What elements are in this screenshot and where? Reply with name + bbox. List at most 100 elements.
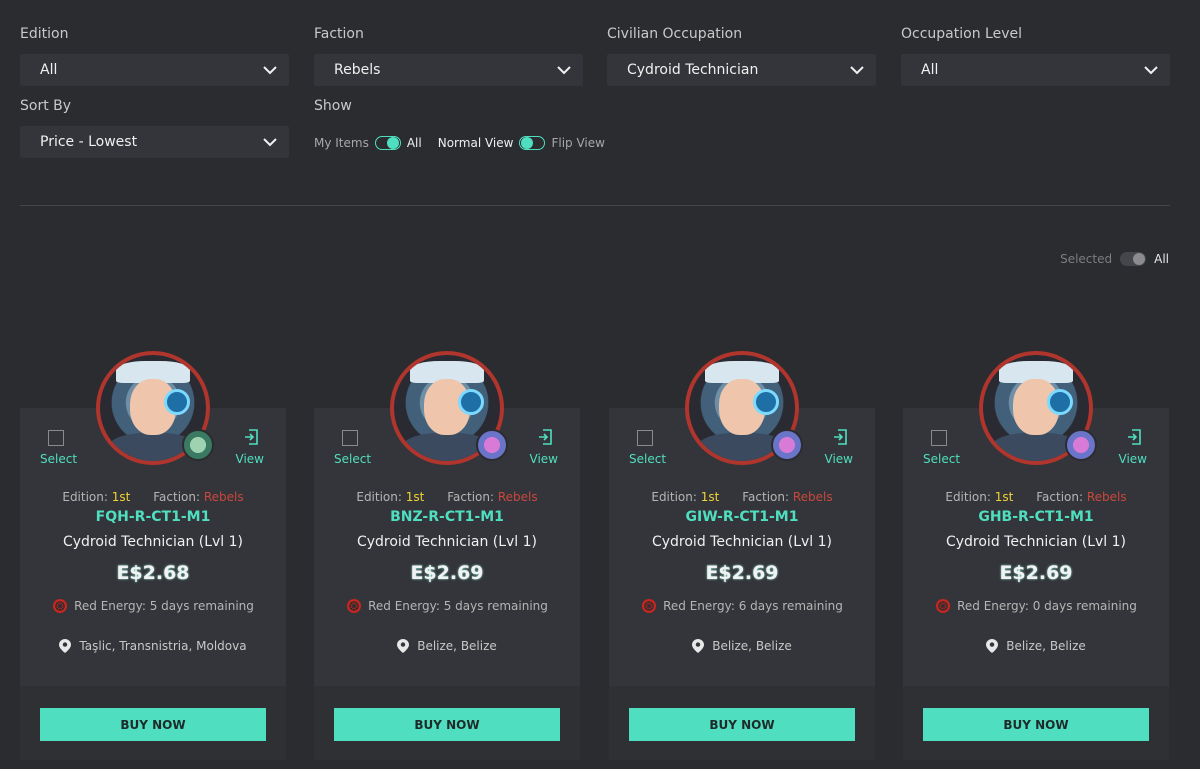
faction-label: Faction: xyxy=(153,490,201,504)
location-text: Taşlic, Transnistria, Moldova xyxy=(79,639,247,653)
faction-value: Rebels xyxy=(497,490,538,504)
chevron-down-icon xyxy=(263,138,277,147)
edition-value: 1st xyxy=(111,490,131,504)
item-code: BNZ-R-CT1-M1 xyxy=(390,509,504,525)
location-pin-icon xyxy=(59,639,72,653)
occupation-level-select[interactable]: All xyxy=(901,54,1170,86)
price: E$2.68 xyxy=(116,562,190,584)
filter-label: Faction xyxy=(314,26,364,42)
avatar[interactable] xyxy=(685,351,803,465)
price: E$2.69 xyxy=(410,562,484,584)
location: Belize, Belize xyxy=(314,639,580,653)
select-label[interactable]: Select xyxy=(629,452,666,466)
faction-value: Rebels xyxy=(792,490,833,504)
edition-value: 1st xyxy=(700,490,720,504)
filter-label: Civilian Occupation xyxy=(607,26,743,42)
price: E$2.69 xyxy=(999,562,1073,584)
occupation-select[interactable]: Cydroid Technician xyxy=(607,54,876,86)
card-meta: Edition: 1st Faction: Rebels xyxy=(903,490,1169,504)
edition-value: 1st xyxy=(405,490,425,504)
filter-occupation: Civilian Occupation Cydroid Technician xyxy=(607,26,876,86)
chevron-down-icon xyxy=(557,66,571,75)
view-label[interactable]: View xyxy=(236,452,264,466)
energy-text: Red Energy: 0 days remaining xyxy=(957,599,1137,613)
location-text: Belize, Belize xyxy=(1006,639,1086,653)
occupation: Cydroid Technician (Lvl 1) xyxy=(62,534,244,550)
item-code: FQH-R-CT1-M1 xyxy=(95,509,211,525)
location-text: Belize, Belize xyxy=(417,639,497,653)
chevron-down-icon xyxy=(850,66,864,75)
all-items-label: All xyxy=(406,136,422,150)
chevron-down-icon xyxy=(1144,66,1158,75)
show-toggles: My Items All Normal View Flip View xyxy=(314,136,605,150)
view-toggle[interactable] xyxy=(519,136,546,150)
show-group: Show xyxy=(314,98,352,126)
selected-toggle[interactable] xyxy=(1120,252,1147,266)
location: Belize, Belize xyxy=(903,639,1169,653)
view-label[interactable]: View xyxy=(825,452,853,466)
faction-value: Rebels xyxy=(203,490,244,504)
avatar[interactable] xyxy=(390,351,508,465)
red-energy-icon xyxy=(53,599,68,613)
filter-label: Sort By xyxy=(20,98,72,114)
edition-label: Edition: xyxy=(356,490,402,504)
select-label[interactable]: Select xyxy=(923,452,960,466)
avatar[interactable] xyxy=(96,351,214,465)
view-icon[interactable] xyxy=(537,428,553,446)
faction-label: Faction: xyxy=(742,490,790,504)
buy-now-button[interactable]: BUY NOW xyxy=(629,708,855,741)
filter-label: Occupation Level xyxy=(901,26,1022,42)
energy-status: Red Energy: 6 days remaining xyxy=(609,598,875,614)
location-pin-icon xyxy=(986,639,999,653)
faction-select[interactable]: Rebels xyxy=(314,54,583,86)
select-value: Price - Lowest xyxy=(40,134,138,150)
item-card: Select View Edition: 1st Faction: Rebels… xyxy=(20,351,286,760)
sort-select[interactable]: Price - Lowest xyxy=(20,126,289,158)
edition-label: Edition: xyxy=(651,490,697,504)
view-icon[interactable] xyxy=(832,428,848,446)
edition-label: Edition: xyxy=(62,490,108,504)
view-label[interactable]: View xyxy=(1119,452,1147,466)
select-label[interactable]: Select xyxy=(40,452,77,466)
energy-status: Red Energy: 0 days remaining xyxy=(903,598,1169,614)
divider xyxy=(20,205,1170,206)
energy-status: Red Energy: 5 days remaining xyxy=(20,598,286,614)
select-label[interactable]: Select xyxy=(334,452,371,466)
selected-label: Selected xyxy=(1060,252,1113,266)
location-badge-icon xyxy=(1065,429,1097,461)
occupation: Cydroid Technician (Lvl 1) xyxy=(945,534,1127,550)
edition-select[interactable]: All xyxy=(20,54,289,86)
faction-label: Faction: xyxy=(1036,490,1084,504)
filter-label: Edition xyxy=(20,26,69,42)
price: E$2.69 xyxy=(705,562,779,584)
location-text: Belize, Belize xyxy=(712,639,792,653)
occupation: Cydroid Technician (Lvl 1) xyxy=(651,534,833,550)
view-label[interactable]: View xyxy=(530,452,558,466)
buy-now-button[interactable]: BUY NOW xyxy=(334,708,560,741)
buy-now-button[interactable]: BUY NOW xyxy=(40,708,266,741)
select-checkbox[interactable] xyxy=(48,430,64,446)
avatar[interactable] xyxy=(979,351,1097,465)
card-meta: Edition: 1st Faction: Rebels xyxy=(20,490,286,504)
select-checkbox[interactable] xyxy=(637,430,653,446)
item-card: Select View Edition: 1st Faction: Rebels… xyxy=(903,351,1169,760)
edition-label: Edition: xyxy=(945,490,991,504)
select-checkbox[interactable] xyxy=(342,430,358,446)
location-pin-icon xyxy=(692,639,705,653)
occupation: Cydroid Technician (Lvl 1) xyxy=(356,534,538,550)
chevron-down-icon xyxy=(263,66,277,75)
filter-faction: Faction Rebels xyxy=(314,26,583,86)
view-icon[interactable] xyxy=(243,428,259,446)
normal-view-label: Normal View xyxy=(437,136,514,150)
buy-now-button[interactable]: BUY NOW xyxy=(923,708,1149,741)
flip-view-label: Flip View xyxy=(551,136,605,150)
faction-value: Rebels xyxy=(1086,490,1127,504)
select-checkbox[interactable] xyxy=(931,430,947,446)
item-code: GHB-R-CT1-M1 xyxy=(978,509,1094,525)
select-value: Rebels xyxy=(334,62,381,78)
my-items-toggle[interactable] xyxy=(374,136,401,150)
location-badge-icon xyxy=(182,429,214,461)
filter-occupation-level: Occupation Level All xyxy=(901,26,1170,86)
view-icon[interactable] xyxy=(1126,428,1142,446)
energy-text: Red Energy: 5 days remaining xyxy=(368,599,548,613)
